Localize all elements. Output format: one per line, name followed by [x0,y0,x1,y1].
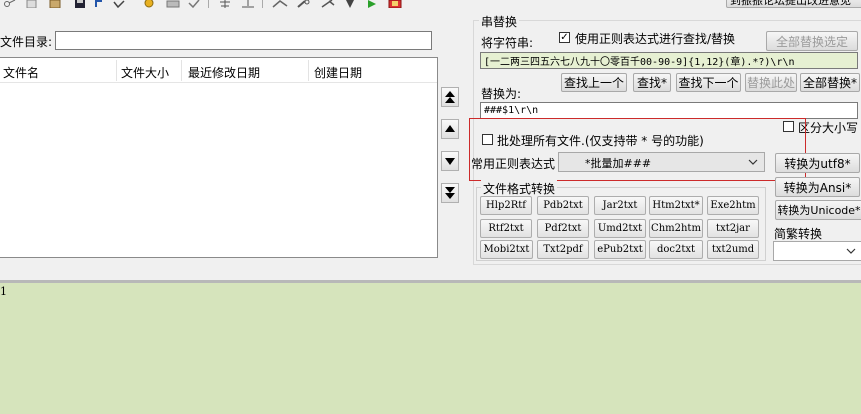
format-group-title: 文件格式转换 [481,180,558,197]
find-icon[interactable] [296,0,312,8]
dir-input[interactable] [55,31,432,50]
col-divider [181,60,182,81]
batch-checkbox[interactable] [482,134,493,145]
col-filename[interactable]: 文件名 [3,64,39,81]
format-button[interactable]: Hlp2Rtf [480,196,532,215]
find-label: 将字符串: [481,36,534,50]
file-list[interactable] [0,57,438,258]
use-regex-checkbox[interactable]: ✓ [559,32,570,43]
format-button[interactable]: Jar2txt [594,196,646,215]
chevron-down-icon [748,159,758,165]
to-ansi-button[interactable]: 转换为Ansi* [775,177,860,197]
format-button[interactable]: ePub2txt [594,240,646,259]
format-button[interactable]: Mobi2txt [480,240,533,259]
move-down-button[interactable] [441,151,459,171]
replace-group-title: 串替换 [479,13,520,30]
paste-icon[interactable] [49,0,61,8]
copy-icon[interactable] [26,0,38,8]
format-button[interactable]: Exe2htm [707,196,759,215]
format-button[interactable]: Pdf2txt [537,219,589,238]
exit-icon[interactable] [388,0,402,8]
toolbar-separator [208,0,209,8]
format-button[interactable]: doc2txt [649,240,703,259]
redo-icon[interactable] [112,0,126,8]
common-regex-label: 常用正则表达式 [471,157,556,171]
col-created[interactable]: 创建日期 [314,64,362,81]
replace-all-selected-button[interactable]: 全部替换选定 [766,31,858,51]
col-filesize[interactable]: 文件大小 [121,64,169,81]
double-up-arrow-icon [445,91,455,103]
format-button[interactable]: Htm2txt* [649,196,703,215]
col-divider [116,60,117,81]
replace-input[interactable]: ###$1\r\n [480,102,858,119]
feedback-button[interactable]: 到振振论坛提出改进意见 [726,0,861,8]
move-top-button[interactable] [441,87,459,107]
chevron-down-icon [846,248,856,254]
dir-label: 文件目录: [0,35,53,49]
down-arrow-icon [445,158,455,165]
pin-icon[interactable] [344,0,356,8]
double-down-arrow-icon [445,187,455,199]
to-unicode-button[interactable]: 转换为Unicode* [775,200,861,220]
format-button[interactable]: Rtf2txt [480,219,532,238]
up-arrow-icon [445,125,455,132]
find-input[interactable]: [一二两三四五六七八九十〇零百千00-90-9]{1,12}(章).*?)\r\… [480,52,858,69]
align-icon[interactable] [218,0,232,8]
col-divider [308,60,309,81]
check-icon[interactable] [188,0,200,8]
settings-icon[interactable] [142,0,156,8]
format-button[interactable]: Chm2htm [649,219,703,238]
jianfan-label: 简繁转换 [774,227,823,241]
case-sensitive-label[interactable]: 区分大小写 [798,119,858,136]
find-button[interactable]: 查找* [633,73,671,92]
link-icon[interactable] [272,0,288,8]
undo-icon[interactable] [94,0,104,8]
save-icon[interactable] [74,0,86,8]
move-bottom-button[interactable] [441,183,459,203]
align-bottom-icon[interactable] [240,0,256,8]
format-button[interactable]: Umd2txt [594,219,646,238]
move-up-button[interactable] [441,119,459,139]
common-regex-value: *批量加### [585,157,652,170]
format-button[interactable]: txt2umd [707,240,759,259]
format-button[interactable]: Pdb2txt [537,196,589,215]
col-modified[interactable]: 最近修改日期 [188,64,260,81]
play-icon[interactable] [367,0,377,8]
line-number: 1 [0,285,7,298]
text-editor[interactable]: 1 [0,283,861,414]
scissors-icon[interactable] [4,0,16,8]
toolbar-separator [262,0,263,8]
find-next-button[interactable]: 查找下一个 [676,73,741,92]
format-button[interactable]: txt2jar [707,219,759,238]
replace-label: 替换为: [481,87,522,101]
jianfan-select[interactable] [773,241,861,261]
batch-label[interactable]: 批处理所有文件.(仅支持带 * 号的功能) [497,132,704,149]
to-utf8-button[interactable]: 转换为utf8* [775,153,860,173]
tools-icon[interactable] [320,0,336,8]
print-icon[interactable] [166,0,180,8]
replace-all-button[interactable]: 全部替换* [800,73,860,92]
format-button[interactable]: Txt2pdf [537,240,589,259]
use-regex-label[interactable]: 使用正则表达式进行查找/替换 [575,30,735,47]
find-prev-button[interactable]: 查找上一个 [561,73,627,92]
replace-here-button[interactable]: 替换此处 [745,73,797,92]
common-regex-select[interactable]: *批量加### [558,152,765,172]
